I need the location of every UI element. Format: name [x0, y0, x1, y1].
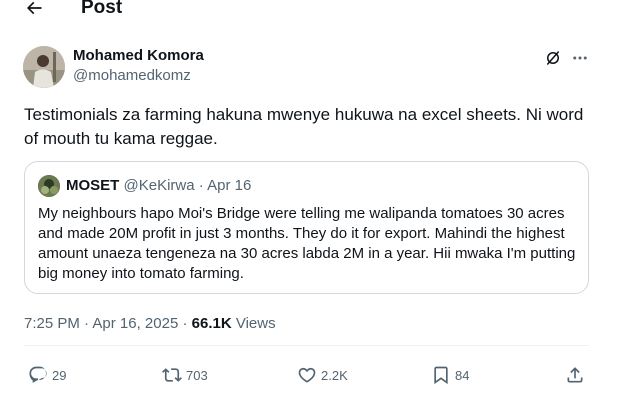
post-date: Apr 16, 2025	[92, 315, 179, 332]
bookmark-button[interactable]: 84	[431, 362, 469, 388]
action-bar: 29 703 2.2K 84	[0, 362, 617, 388]
more-horizontal-icon	[573, 56, 587, 60]
quoted-text: My neighbours hapo Moi's Bridge were tel…	[38, 205, 576, 282]
like-count: 2.2K	[321, 367, 348, 383]
quoted-header: MOSET @KeKirwa · Apr 16	[66, 177, 251, 194]
post-metadata: 7:25 PM · Apr 16, 2025 · 66.1K Views	[24, 315, 276, 332]
back-button[interactable]	[22, 0, 46, 20]
quoted-avatar[interactable]	[38, 175, 60, 197]
grok-icon	[547, 51, 559, 65]
heart-icon	[298, 367, 316, 383]
quoted-date: Apr 16	[207, 177, 252, 194]
views-count[interactable]: 66.1K	[192, 315, 232, 332]
share-button[interactable]	[565, 362, 585, 388]
author-name[interactable]: Mohamed Komora	[73, 47, 204, 64]
quoted-author-handle: @KeKirwa	[123, 177, 195, 194]
divider	[24, 345, 589, 346]
more-options-button[interactable]	[569, 48, 591, 68]
repost-icon	[162, 368, 182, 382]
repost-button[interactable]: 703	[162, 362, 208, 388]
post-text: Testimonials za farming hakuna mwenye hu…	[24, 105, 584, 148]
bookmark-count: 84	[455, 367, 470, 383]
post-time: 7:25 PM	[24, 315, 80, 332]
avatar[interactable]	[23, 46, 65, 88]
arrow-left-icon	[26, 1, 42, 15]
reply-icon	[29, 366, 47, 383]
author-handle[interactable]: @mohamedkomz	[73, 67, 191, 84]
repost-count: 703	[186, 367, 208, 383]
quoted-post[interactable]: MOSET @KeKirwa · Apr 16 My neighbours ha…	[24, 161, 589, 294]
quoted-separator: ·	[194, 177, 208, 194]
reply-button[interactable]: 29	[28, 362, 66, 388]
views-label: Views	[235, 315, 276, 332]
views-separator: ·	[178, 315, 192, 332]
quoted-author-name: MOSET	[66, 177, 120, 194]
grok-button[interactable]	[543, 48, 563, 68]
post-header: Post	[0, 0, 617, 24]
post-timestamp[interactable]: 7:25 PM · Apr 16, 2025	[24, 315, 178, 332]
share-icon	[567, 367, 583, 383]
time-separator: ·	[79, 315, 93, 332]
reply-count: 29	[52, 367, 67, 383]
like-button[interactable]: 2.2K	[297, 362, 348, 388]
bookmark-icon	[434, 366, 448, 385]
page-title: Post	[81, 0, 123, 18]
